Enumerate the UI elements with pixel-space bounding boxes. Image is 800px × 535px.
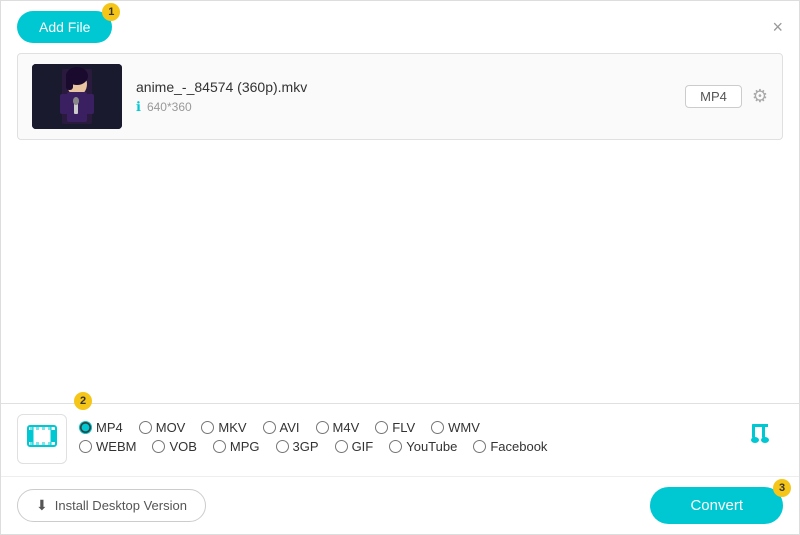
thumbnail-image xyxy=(32,64,122,129)
radio-avi[interactable] xyxy=(263,421,276,434)
file-actions: MP4 ⚙ xyxy=(685,85,768,108)
thumbnail-inner xyxy=(32,64,122,129)
format-label-m4v: M4V xyxy=(333,420,360,435)
file-resolution: 640*360 xyxy=(147,100,192,114)
format-label-webm: WEBM xyxy=(96,439,136,454)
video-icon-box xyxy=(17,414,67,464)
file-meta: ℹ 640*360 xyxy=(136,99,671,115)
format-label-youtube: YouTube xyxy=(406,439,457,454)
close-button[interactable]: × xyxy=(772,17,783,38)
radio-mov[interactable] xyxy=(139,421,152,434)
format-label-facebook: Facebook xyxy=(490,439,547,454)
file-name: anime_-_84574 (360p).mkv xyxy=(136,79,671,95)
format-label-mkv: MKV xyxy=(218,420,246,435)
format-label-gif: GIF xyxy=(352,439,374,454)
badge-1: 1 xyxy=(102,3,120,21)
format-label-3gp: 3GP xyxy=(293,439,319,454)
format-row-1: MP4 MOV MKV AVI M4V FLV xyxy=(79,420,725,435)
file-list: anime_-_84574 (360p).mkv ℹ 640*360 MP4 ⚙ xyxy=(17,53,783,140)
format-row-2: WEBM VOB MPG 3GP GIF YouTube xyxy=(79,439,725,454)
film-icon xyxy=(27,422,57,450)
music-icon xyxy=(742,420,774,459)
format-option-wmv[interactable]: WMV xyxy=(431,420,480,435)
format-option-webm[interactable]: WEBM xyxy=(79,439,136,454)
radio-wmv[interactable] xyxy=(431,421,444,434)
settings-icon[interactable]: ⚙ xyxy=(752,86,768,107)
radio-mkv[interactable] xyxy=(201,421,214,434)
radio-m4v[interactable] xyxy=(316,421,329,434)
format-options: 2 MP4 MOV MKV AVI M4V xyxy=(79,420,725,458)
format-option-avi[interactable]: AVI xyxy=(263,420,300,435)
radio-facebook[interactable] xyxy=(473,440,486,453)
radio-gif[interactable] xyxy=(335,440,348,453)
format-label-avi: AVI xyxy=(280,420,300,435)
format-label-flv: FLV xyxy=(392,420,415,435)
format-label-wmv: WMV xyxy=(448,420,480,435)
close-icon: × xyxy=(772,17,783,37)
format-option-vob[interactable]: VOB xyxy=(152,439,196,454)
install-button[interactable]: ⬇ Install Desktop Version xyxy=(17,489,206,522)
format-badge[interactable]: MP4 xyxy=(685,85,742,108)
format-option-mp4[interactable]: MP4 xyxy=(79,420,123,435)
install-label: Install Desktop Version xyxy=(55,498,187,513)
video-icon xyxy=(27,422,57,456)
format-option-3gp[interactable]: 3GP xyxy=(276,439,319,454)
radio-mpg[interactable] xyxy=(213,440,226,453)
radio-mp4[interactable] xyxy=(79,421,92,434)
thumbnail xyxy=(32,64,122,129)
footer: ⬇ Install Desktop Version Convert 3 xyxy=(1,476,799,534)
radio-flv[interactable] xyxy=(375,421,388,434)
radio-youtube[interactable] xyxy=(389,440,402,453)
format-option-youtube[interactable]: YouTube xyxy=(389,439,457,454)
info-icon: ℹ xyxy=(136,99,141,115)
convert-button[interactable]: Convert 3 xyxy=(650,487,783,524)
format-option-mkv[interactable]: MKV xyxy=(201,420,246,435)
format-label-vob: VOB xyxy=(169,439,196,454)
add-file-button[interactable]: Add File 1 xyxy=(17,11,112,43)
convert-label: Convert xyxy=(690,497,743,514)
format-option-m4v[interactable]: M4V xyxy=(316,420,360,435)
format-section: 2 MP4 MOV MKV AVI M4V xyxy=(1,403,799,474)
badge-2: 2 xyxy=(74,392,92,410)
format-label-mpg: MPG xyxy=(230,439,260,454)
badge-3: 3 xyxy=(773,479,791,497)
music-icon-box xyxy=(733,414,783,464)
format-option-gif[interactable]: GIF xyxy=(335,439,374,454)
format-option-facebook[interactable]: Facebook xyxy=(473,439,547,454)
download-icon: ⬇ xyxy=(36,497,48,514)
format-option-mpg[interactable]: MPG xyxy=(213,439,260,454)
format-label-mov: MOV xyxy=(156,420,186,435)
music-note-icon xyxy=(742,420,774,452)
radio-3gp[interactable] xyxy=(276,440,289,453)
empty-area xyxy=(1,140,799,340)
format-option-flv[interactable]: FLV xyxy=(375,420,415,435)
format-option-mov[interactable]: MOV xyxy=(139,420,186,435)
file-item: anime_-_84574 (360p).mkv ℹ 640*360 MP4 ⚙ xyxy=(18,54,782,139)
header: Add File 1 × xyxy=(1,1,799,53)
format-label-mp4: MP4 xyxy=(96,420,123,435)
radio-vob[interactable] xyxy=(152,440,165,453)
file-info: anime_-_84574 (360p).mkv ℹ 640*360 xyxy=(136,79,671,115)
add-file-label: Add File xyxy=(39,19,90,35)
radio-webm[interactable] xyxy=(79,440,92,453)
